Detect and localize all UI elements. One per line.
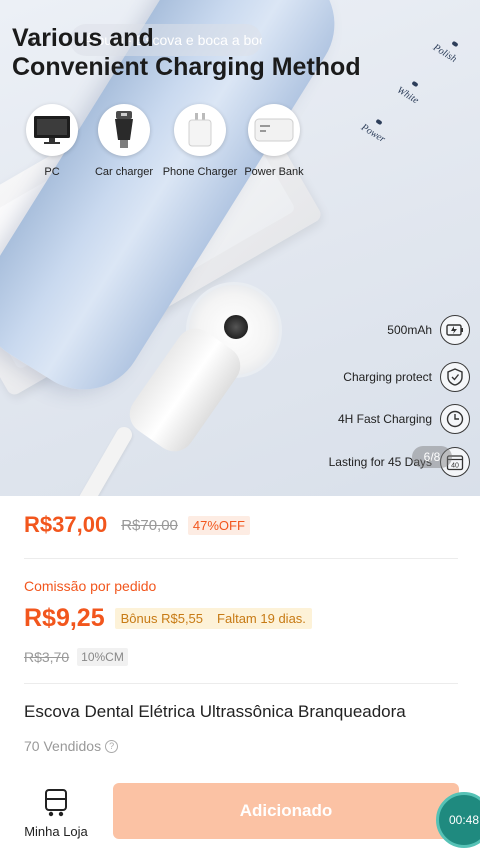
charging-option-label: Phone Charger bbox=[162, 166, 238, 178]
shield-icon bbox=[440, 362, 470, 392]
charging-option-car: Car charger bbox=[86, 104, 162, 178]
my-store-label: Minha Loja bbox=[24, 824, 88, 839]
feature-battery: 500mAh bbox=[387, 315, 470, 345]
battery-icon bbox=[440, 315, 470, 345]
mode-label-white: White bbox=[394, 84, 421, 107]
charging-option-label: PC bbox=[44, 166, 60, 178]
bonus-amount: Bônus R$5,55 bbox=[120, 611, 204, 626]
floating-timer-bubble[interactable]: 00:48 bbox=[436, 792, 480, 848]
charging-cable-illustration bbox=[61, 424, 135, 496]
commission-rate-badge: 10%CM bbox=[77, 648, 128, 666]
clock-icon bbox=[440, 404, 470, 434]
discount-badge: 47%OFF bbox=[187, 515, 250, 535]
car-charger-icon bbox=[98, 104, 150, 156]
added-button[interactable]: Adicionado bbox=[113, 783, 459, 839]
calendar-icon-text: 40 bbox=[451, 463, 459, 470]
image-headline-line1: Various and bbox=[12, 24, 154, 52]
original-price: R$70,00 bbox=[121, 516, 178, 534]
commission-original: R$3,70 bbox=[24, 649, 70, 665]
commission-label: Comissão por pedido bbox=[24, 578, 157, 594]
phone-charger-icon bbox=[174, 104, 226, 156]
mode-indicator-dot bbox=[411, 80, 419, 88]
charging-option-pc: PC bbox=[14, 104, 90, 178]
charging-option-phone-charger: Phone Charger bbox=[162, 104, 238, 178]
my-store-button[interactable]: Minha Loja bbox=[16, 784, 96, 840]
help-icon[interactable]: ? bbox=[105, 739, 119, 753]
mode-label-power: Power bbox=[359, 121, 388, 146]
current-price: R$37,00 bbox=[24, 512, 108, 537]
feature-fast-charging: 4H Fast Charging bbox=[338, 404, 470, 434]
charging-methods-row: PC Car charger Phone Charger Power Bank bbox=[14, 104, 304, 184]
bonus-badge: Bônus R$5,55 Faltam 19 dias. bbox=[114, 608, 312, 629]
commission-detail-row: R$3,70 10%CM bbox=[24, 648, 128, 666]
commission-price: R$9,25 bbox=[24, 604, 105, 632]
sold-count-row: 70 Vendidos ? bbox=[24, 738, 119, 754]
charging-option-label: Car charger bbox=[94, 166, 154, 178]
product-image-carousel[interactable]: Polish White Power Álbum · Escova e boca… bbox=[0, 0, 480, 496]
charging-option-power-bank: Power Bank bbox=[236, 104, 312, 178]
bonus-remaining: Faltam 19 dias. bbox=[217, 611, 306, 626]
mode-indicator-dot bbox=[451, 40, 459, 48]
product-title: Escova Dental Elétrica Ultrassônica Bran… bbox=[24, 702, 406, 721]
feature-label: 4H Fast Charging bbox=[337, 412, 432, 426]
divider bbox=[24, 558, 458, 559]
mode-indicator-dot bbox=[375, 118, 383, 126]
sold-count: 70 Vendidos bbox=[24, 738, 102, 754]
divider bbox=[24, 683, 458, 684]
feature-label: Charging protect bbox=[343, 370, 432, 384]
pc-monitor-icon bbox=[26, 104, 78, 156]
feature-label: 500mAh bbox=[387, 323, 432, 337]
image-headline: Various and Convenient Charging Method bbox=[12, 24, 361, 82]
carousel-page-indicator: 6/8 bbox=[412, 446, 452, 468]
power-bank-icon bbox=[248, 104, 300, 156]
charging-option-label: Power Bank bbox=[244, 166, 304, 178]
commission-row: R$9,25 Bônus R$5,55 Faltam 19 dias. bbox=[24, 604, 312, 633]
price-row: R$37,00 R$70,00 47%OFF bbox=[24, 512, 250, 538]
image-headline-line2: Convenient Charging Method bbox=[12, 53, 361, 81]
store-cart-icon bbox=[45, 789, 67, 817]
feature-charging-protect: Charging protect bbox=[343, 362, 470, 392]
